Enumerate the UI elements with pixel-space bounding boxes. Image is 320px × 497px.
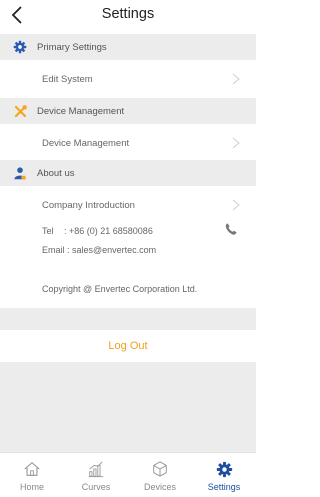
tab-label: Home (19, 482, 44, 492)
chevron-right-icon (232, 73, 240, 85)
section-label: Device Management (37, 105, 125, 117)
row-label: Device Management (42, 137, 130, 149)
tab-bar: Home Curves Devices Settings (0, 452, 256, 497)
row-edit-system[interactable]: Edit System (0, 60, 256, 98)
settings-screen: Settings Primary Settings Edit System De… (0, 0, 256, 497)
home-icon (22, 459, 42, 479)
tab-curves[interactable]: Curves (64, 453, 128, 497)
tab-settings[interactable]: Settings (192, 453, 256, 497)
logout-button[interactable]: Log Out (0, 330, 256, 362)
person-icon (9, 162, 31, 184)
section-label: About us (37, 167, 75, 179)
section-primary-settings: Primary Settings (0, 34, 256, 60)
tab-label: Curves (81, 482, 111, 492)
copyright: Copyright @ Envertec Corporation Ltd. (0, 276, 256, 308)
copyright-text: Copyright @ Envertec Corporation Ltd. (42, 284, 198, 294)
device-icon (150, 459, 170, 479)
top-bar: Settings (0, 0, 256, 34)
email-text: Email : sales@envertec.com (42, 245, 157, 255)
section-about-us: About us (0, 160, 256, 186)
tab-devices[interactable]: Devices (128, 453, 192, 497)
section-label: Primary Settings (37, 41, 107, 53)
gear-icon (9, 36, 31, 58)
phone-icon[interactable] (224, 222, 238, 236)
tab-label: Devices (143, 482, 176, 492)
row-device-management[interactable]: Device Management (0, 124, 256, 162)
bar-chart-icon (86, 459, 106, 479)
tel-label: Tel (42, 226, 54, 236)
gear-icon (214, 459, 234, 479)
tools-icon (9, 100, 31, 122)
page-title: Settings (101, 6, 155, 22)
tab-label: Settings (207, 482, 241, 492)
row-label: Edit System (42, 73, 93, 85)
section-device-management: Device Management (0, 98, 256, 124)
chevron-right-icon (232, 199, 240, 211)
tel-value: : +86 (0) 21 68580086 (64, 226, 153, 236)
row-label: Company Introduction (42, 199, 135, 211)
tab-home[interactable]: Home (0, 453, 64, 497)
chevron-right-icon (232, 137, 240, 149)
